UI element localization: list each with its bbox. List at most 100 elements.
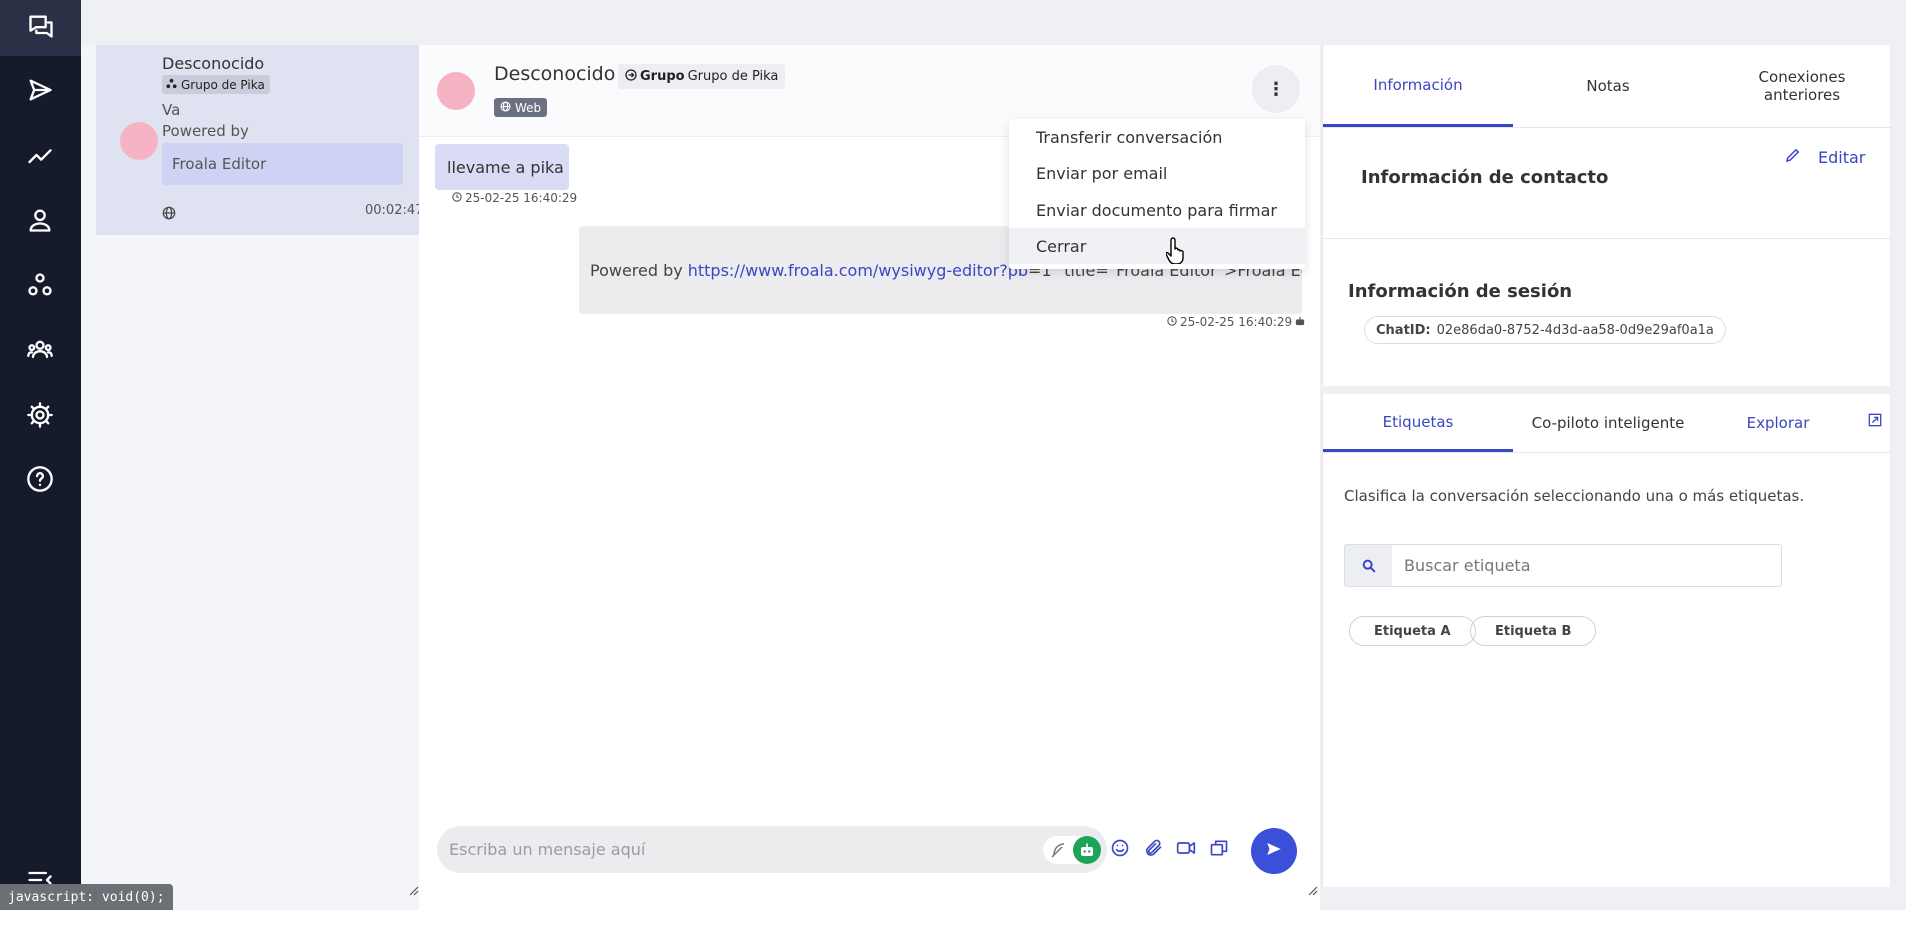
help-icon bbox=[26, 465, 54, 497]
conversation-preview-box: Froala Editor bbox=[162, 143, 403, 185]
chat-contact-name: Desconocido bbox=[494, 63, 616, 85]
send-icon bbox=[1265, 840, 1283, 862]
nav-team[interactable] bbox=[14, 326, 66, 378]
avatar bbox=[120, 122, 158, 160]
send-icon bbox=[26, 76, 54, 108]
group-name: Grupo de Pika bbox=[687, 69, 779, 84]
contact-info-title: Información de contacto bbox=[1361, 167, 1609, 188]
tabs-divider bbox=[1323, 127, 1891, 128]
groups-icon bbox=[166, 78, 177, 92]
channel-badge-label: Web bbox=[515, 100, 542, 115]
clock-icon bbox=[1167, 315, 1177, 329]
search-icon bbox=[1345, 545, 1392, 586]
nav-campaigns[interactable] bbox=[14, 66, 66, 118]
resize-handle-icon[interactable] bbox=[1306, 881, 1318, 896]
templates-button[interactable] bbox=[1207, 838, 1231, 862]
nav-groups[interactable] bbox=[14, 261, 66, 313]
channel-badge: Web bbox=[494, 98, 548, 117]
menu-item-sign-document[interactable]: Enviar documento para firmar bbox=[1009, 192, 1305, 228]
chatid-badge: ChatID: 02e86da0-8752-4d3d-aa58-0d9e29af… bbox=[1364, 316, 1726, 344]
message-timestamp: 25-02-25 16:40:29 bbox=[1167, 315, 1305, 329]
groups-icon bbox=[26, 271, 54, 303]
message-input[interactable] bbox=[449, 826, 999, 873]
conversation-options-menu: Transferir conversación Enviar por email… bbox=[1009, 119, 1305, 269]
more-vertical-icon: ⋮ bbox=[1267, 78, 1285, 100]
user-icon bbox=[26, 206, 54, 238]
tab-explorar[interactable]: Explorar bbox=[1703, 394, 1853, 452]
group-prefix: Grupo bbox=[640, 69, 685, 84]
info-panel: Información Notas Conexiones anteriores … bbox=[1322, 45, 1891, 386]
group-badge: Grupo de Pika bbox=[162, 75, 270, 94]
menu-item-close[interactable]: Cerrar bbox=[1009, 228, 1305, 264]
expand-icon[interactable] bbox=[1868, 412, 1884, 428]
globe-icon bbox=[162, 205, 176, 220]
edit-label: Editar bbox=[1818, 147, 1866, 167]
emoji-icon bbox=[1110, 838, 1130, 862]
group-badge: Grupo Grupo de Pika bbox=[618, 64, 786, 89]
team-icon bbox=[26, 336, 54, 368]
message-bubble-incoming: llevame a pika bbox=[435, 144, 569, 190]
tag-search bbox=[1344, 544, 1782, 587]
trend-chart-icon bbox=[26, 141, 54, 173]
message-timestamp-text: 25-02-25 16:40:29 bbox=[1180, 315, 1293, 329]
tag-search-input[interactable] bbox=[1392, 545, 1781, 586]
group-badge-label: Grupo de Pika bbox=[181, 77, 265, 92]
transfer-circle-icon bbox=[625, 68, 637, 85]
chat-bubbles-icon bbox=[27, 12, 55, 44]
tab-etiquetas[interactable]: Etiquetas bbox=[1323, 394, 1513, 452]
message-link[interactable]: https://www.froala.com/wysiwyg-editor?pb bbox=[688, 261, 1028, 280]
message-composer bbox=[437, 826, 1107, 873]
browser-status-bar: javascript: void(0); bbox=[0, 884, 173, 910]
paperclip-icon bbox=[1143, 838, 1163, 862]
section-divider bbox=[1323, 238, 1891, 239]
tags-panel: Etiquetas Co-piloto inteligente Explorar… bbox=[1322, 394, 1891, 887]
bot-icon bbox=[1073, 836, 1101, 864]
conversation-preview-line: Va bbox=[162, 101, 181, 119]
tab-informacion[interactable]: Información bbox=[1323, 45, 1513, 127]
tabs-divider bbox=[1323, 452, 1891, 453]
nav-conversations[interactable] bbox=[0, 0, 81, 56]
pencil-icon bbox=[1784, 146, 1802, 168]
conversation-list: Desconocido Grupo de Pika Va Powered by … bbox=[81, 45, 423, 910]
video-call-button[interactable] bbox=[1174, 838, 1198, 862]
windows-icon bbox=[1209, 838, 1229, 862]
conversation-contact-name: Desconocido bbox=[162, 54, 265, 73]
send-button[interactable] bbox=[1251, 828, 1297, 874]
gear-icon bbox=[26, 401, 54, 433]
video-camera-icon bbox=[1176, 838, 1196, 862]
conversation-time: 00:02:47 bbox=[365, 203, 424, 218]
nav-rail bbox=[0, 0, 81, 910]
tab-notas[interactable]: Notas bbox=[1513, 45, 1703, 127]
conversation-preview-line: Powered by bbox=[162, 122, 249, 140]
menu-item-transfer[interactable]: Transferir conversación bbox=[1009, 119, 1305, 155]
menu-item-email[interactable]: Enviar por email bbox=[1009, 155, 1305, 191]
clock-icon bbox=[452, 191, 462, 205]
attach-button[interactable] bbox=[1141, 838, 1165, 862]
message-text-prefix: Powered by bbox=[590, 260, 683, 280]
bot-icon bbox=[1295, 315, 1305, 329]
tag-chip[interactable]: Etiqueta A bbox=[1349, 616, 1476, 646]
chatid-label: ChatID: bbox=[1376, 322, 1431, 338]
conversation-card[interactable]: Desconocido Grupo de Pika Va Powered by … bbox=[96, 45, 423, 235]
tab-conexiones-anteriores[interactable]: Conexiones anteriores bbox=[1713, 45, 1891, 127]
tag-chip[interactable]: Etiqueta B bbox=[1470, 616, 1597, 646]
resize-handle-icon[interactable] bbox=[407, 881, 419, 896]
tags-hint: Clasifica la conversación seleccionando … bbox=[1344, 487, 1805, 505]
emoji-button[interactable] bbox=[1108, 838, 1132, 862]
chatid-value: 02e86da0-8752-4d3d-aa58-0d9e29af0a1a bbox=[1436, 322, 1714, 338]
tab-copiloto[interactable]: Co-piloto inteligente bbox=[1513, 394, 1703, 452]
message-timestamp: 25-02-25 16:40:29 bbox=[452, 191, 577, 205]
nav-settings[interactable] bbox=[14, 391, 66, 443]
session-info-title: Información de sesión bbox=[1348, 281, 1573, 302]
nav-help[interactable] bbox=[14, 455, 66, 507]
chat-panel: Desconocido Grupo Grupo de Pika Web ⋮ ll… bbox=[419, 45, 1320, 910]
edit-contact-button[interactable]: Editar bbox=[1784, 146, 1865, 168]
nav-contacts[interactable] bbox=[14, 196, 66, 248]
hand-cursor-icon bbox=[1165, 236, 1188, 265]
bot-toggle[interactable] bbox=[1043, 836, 1101, 864]
avatar bbox=[437, 72, 475, 110]
feather-icon bbox=[1049, 840, 1069, 860]
more-options-button[interactable]: ⋮ bbox=[1252, 65, 1300, 113]
nav-analytics[interactable] bbox=[14, 131, 66, 183]
app-window: Desconocido Grupo de Pika Va Powered by … bbox=[0, 0, 1906, 910]
